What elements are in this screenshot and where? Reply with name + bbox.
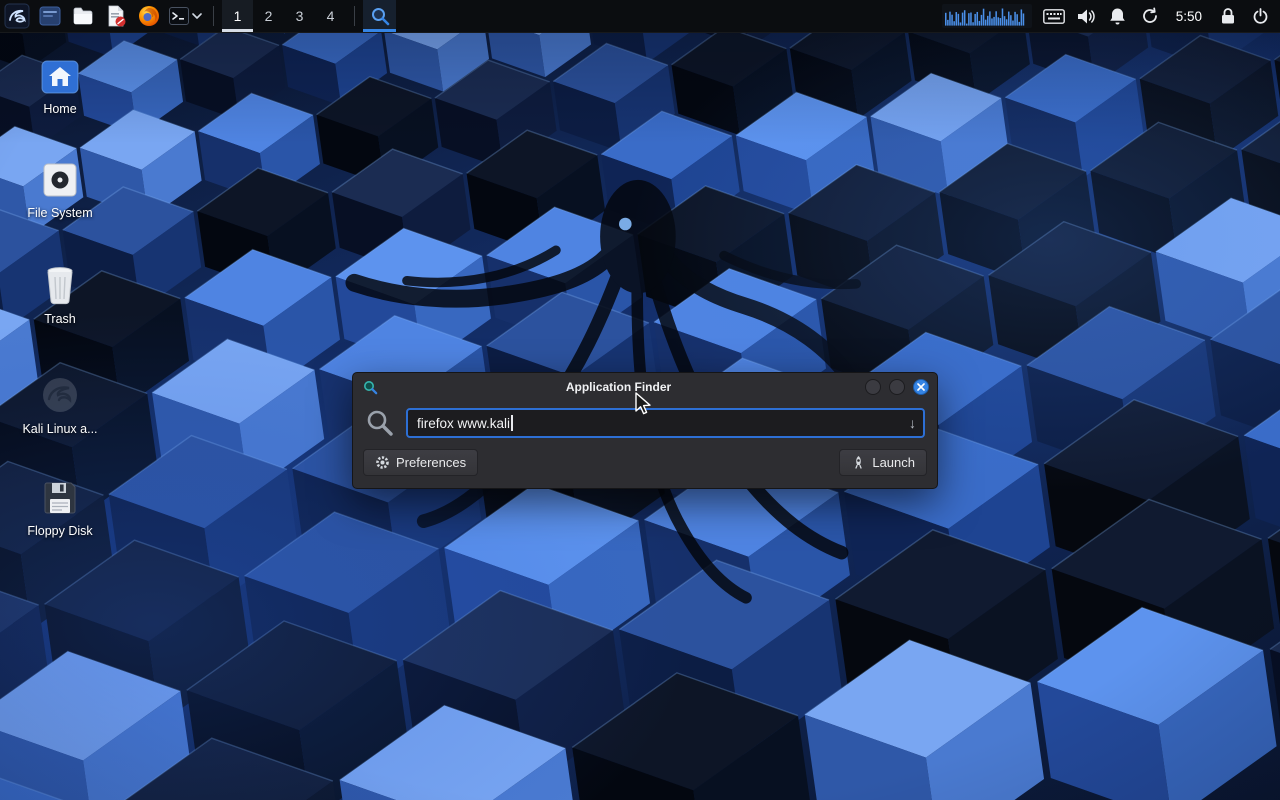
speaker-icon xyxy=(1076,8,1096,25)
clock[interactable]: 5:50 xyxy=(1176,9,1202,24)
files-launcher[interactable] xyxy=(33,0,66,32)
firefox-icon xyxy=(137,4,161,28)
close-icon xyxy=(917,383,925,391)
file-manager-launcher[interactable] xyxy=(66,0,99,32)
dropdown-arrow-icon[interactable]: ↓ xyxy=(909,415,916,431)
workspace-1[interactable]: 1 xyxy=(222,0,253,32)
lock-icon xyxy=(1220,7,1236,25)
preferences-button[interactable]: Preferences xyxy=(363,449,478,476)
launch-icon xyxy=(851,455,866,470)
gear-icon xyxy=(375,455,390,470)
workspace-3[interactable]: 3 xyxy=(284,0,315,32)
trash-icon xyxy=(43,265,77,305)
close-button[interactable] xyxy=(913,379,929,395)
launch-button[interactable]: Launch xyxy=(839,449,927,476)
notifications-button[interactable] xyxy=(1102,0,1134,32)
screen-lock-button[interactable] xyxy=(1212,0,1244,32)
finder-body: firefox www.kali ↓ xyxy=(353,401,937,447)
desktop-icon-label: Home xyxy=(43,102,76,116)
window-controls xyxy=(865,379,929,395)
desktop-icon-label: Trash xyxy=(44,312,76,326)
keyboard-indicator[interactable] xyxy=(1038,0,1070,32)
workspace-switcher: 1 2 3 4 xyxy=(222,0,346,32)
app-finder-icon xyxy=(363,380,378,395)
desktop-icon-label: Floppy Disk xyxy=(27,524,92,538)
launch-label: Launch xyxy=(872,455,915,470)
kali-disc-icon xyxy=(40,375,80,415)
search-input-text: firefox www.kali xyxy=(417,416,510,431)
panel-right: 5:50 xyxy=(942,0,1280,32)
panel-left: 1 2 3 4 xyxy=(0,0,396,32)
text-editor-launcher[interactable] xyxy=(99,0,132,32)
minimize-button[interactable] xyxy=(865,379,881,395)
panel-separator xyxy=(354,6,355,26)
application-finder-window: Application Finder firefox www.kali ↓ xyxy=(352,372,938,489)
magnifier-icon xyxy=(369,5,391,27)
terminal-icon xyxy=(168,5,190,27)
refresh-icon xyxy=(1141,7,1159,25)
preferences-label: Preferences xyxy=(396,455,466,470)
desktop-icon-trash[interactable]: Trash xyxy=(12,265,108,326)
app-finder-window-button[interactable] xyxy=(363,0,396,32)
search-input[interactable]: firefox www.kali ↓ xyxy=(406,408,925,438)
power-icon xyxy=(1252,8,1269,25)
logout-button[interactable] xyxy=(1244,0,1276,32)
cpu-graph[interactable] xyxy=(942,4,1032,28)
desktop-icon-home[interactable]: Home xyxy=(12,59,108,116)
firefox-launcher[interactable] xyxy=(132,0,165,32)
terminal-launcher[interactable] xyxy=(165,0,205,32)
home-icon xyxy=(40,59,80,95)
chevron-down-icon xyxy=(192,5,202,27)
volume-button[interactable] xyxy=(1070,0,1102,32)
keyboard-icon xyxy=(1043,9,1065,24)
panel-separator xyxy=(213,6,214,26)
document-icon xyxy=(104,4,128,28)
workspace-2[interactable]: 2 xyxy=(253,0,284,32)
kali-logo-icon xyxy=(4,3,30,29)
window-title: Application Finder xyxy=(378,380,859,394)
files-icon xyxy=(38,4,62,28)
top-panel: 1 2 3 4 xyxy=(0,0,1280,33)
kali-menu-button[interactable] xyxy=(0,0,33,32)
desktop-icon-floppy-disk[interactable]: Floppy Disk xyxy=(12,479,108,538)
desktop-icon-kali-linux[interactable]: Kali Linux a... xyxy=(12,375,108,436)
desktop-icon-label: Kali Linux a... xyxy=(22,422,97,436)
cpu-graph-bars xyxy=(945,6,1029,28)
updates-button[interactable] xyxy=(1134,0,1166,32)
workspace-4[interactable]: 4 xyxy=(315,0,346,32)
folder-icon xyxy=(71,4,95,28)
finder-actions: Preferences Launch xyxy=(353,447,937,488)
desktop-screen: 1 2 3 4 xyxy=(0,0,1280,800)
text-caret xyxy=(511,415,513,431)
bell-icon xyxy=(1109,7,1126,25)
titlebar[interactable]: Application Finder xyxy=(353,373,937,401)
floppy-icon xyxy=(41,479,79,517)
maximize-button[interactable] xyxy=(889,379,905,395)
desktop-icon-label: File System xyxy=(27,206,92,220)
search-icon xyxy=(365,408,395,438)
drive-icon xyxy=(41,161,79,199)
desktop-icon-file-system[interactable]: File System xyxy=(12,161,108,220)
